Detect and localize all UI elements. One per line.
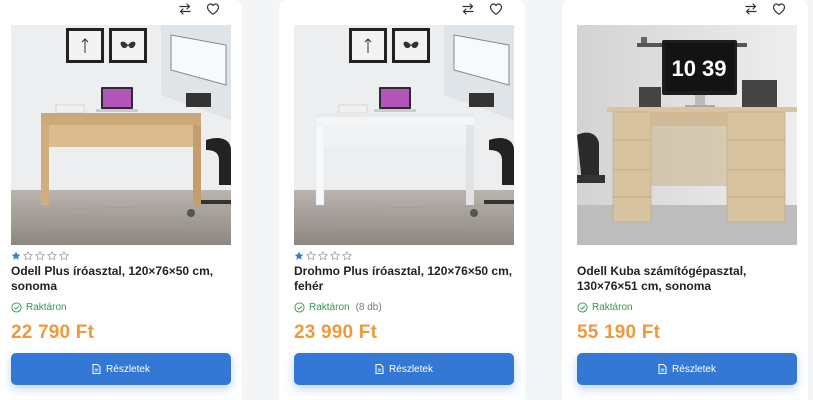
details-button-label: Részletek <box>106 363 150 375</box>
star-filled-icon <box>294 251 304 260</box>
product-image[interactable] <box>11 25 231 245</box>
star-empty-icon <box>59 251 69 261</box>
rating-stars <box>294 251 352 261</box>
compare-arrows-icon[interactable] <box>744 2 758 16</box>
details-button-label: Részletek <box>672 363 716 375</box>
product-card: Odell Plus íróasztal, 120×76×50 cm, sono… <box>0 0 242 400</box>
document-icon <box>375 364 384 374</box>
product-title[interactable]: Odell Kuba számítógépasztal, 130×76×51 c… <box>577 264 797 294</box>
product-title[interactable]: Drohmo Plus íróasztal, 120×76×50 cm, feh… <box>294 264 514 294</box>
document-icon <box>658 364 667 374</box>
product-image[interactable] <box>294 25 514 245</box>
document-icon <box>92 364 101 374</box>
star-empty-icon <box>35 251 45 261</box>
details-button-label: Részletek <box>389 363 433 375</box>
stock-status: Raktáron <box>577 302 633 313</box>
check-circle-icon <box>11 302 22 313</box>
clock-display: 10 39 <box>671 56 726 81</box>
compare-arrows-icon[interactable] <box>461 2 475 16</box>
heart-icon[interactable] <box>489 2 503 16</box>
stock-label: Raktáron <box>309 302 350 313</box>
details-button[interactable]: Részletek <box>294 353 514 385</box>
check-circle-icon <box>577 302 588 313</box>
card-actions <box>178 0 220 18</box>
star-empty-icon <box>23 251 33 261</box>
card-actions <box>461 0 503 18</box>
star-empty-icon <box>306 251 316 261</box>
star-empty-icon <box>342 251 352 261</box>
product-price: 55 190 Ft <box>577 322 661 343</box>
product-image[interactable]: 10 39 <box>577 25 797 245</box>
stock-status: Raktáron <box>11 302 67 313</box>
details-button[interactable]: Részletek <box>577 353 797 385</box>
product-price: 23 990 Ft <box>294 322 378 343</box>
details-button[interactable]: Részletek <box>11 353 231 385</box>
product-title[interactable]: Odell Plus íróasztal, 120×76×50 cm, sono… <box>11 264 231 294</box>
star-empty-icon <box>330 251 340 261</box>
star-empty-icon <box>318 251 328 261</box>
star-empty-icon <box>47 251 57 261</box>
rating-stars <box>11 251 69 261</box>
card-actions <box>744 0 786 18</box>
check-circle-icon <box>294 302 305 313</box>
product-price: 22 790 Ft <box>11 322 95 343</box>
heart-icon[interactable] <box>772 2 786 16</box>
stock-count: (8 db) <box>355 302 382 313</box>
star-filled-icon <box>11 251 21 260</box>
stock-label: Raktáron <box>26 302 67 313</box>
heart-icon[interactable] <box>206 2 220 16</box>
stock-label: Raktáron <box>592 302 633 313</box>
product-card: 10 39 Odell Kuba számítógépasztal, 130×7… <box>562 0 808 400</box>
stock-status: Raktáron (8 db) <box>294 302 382 313</box>
compare-arrows-icon[interactable] <box>178 2 192 16</box>
product-card: Drohmo Plus íróasztal, 120×76×50 cm, feh… <box>279 0 525 400</box>
